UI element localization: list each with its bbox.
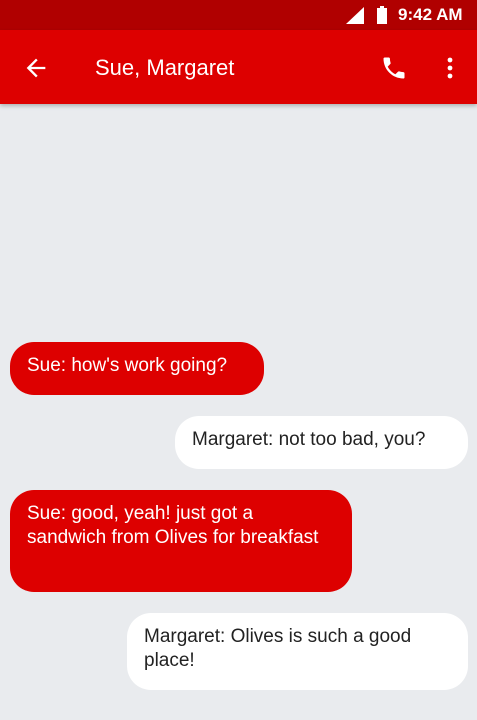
message-bubble-outgoing[interactable]: Margaret: not too bad, you?	[175, 416, 468, 469]
status-time: 9:42 AM	[398, 5, 463, 24]
status-bar: 9:42 AM	[0, 0, 477, 30]
message-bubble-outgoing[interactable]: Margaret: Olives is such a good place!	[127, 613, 468, 690]
message-bubble-incoming[interactable]: Sue: good, yeah! just got a sandwich fro…	[10, 490, 352, 592]
conversation-title: Sue, Margaret	[95, 55, 235, 80]
phone-icon[interactable]	[380, 54, 408, 82]
more-vert-icon[interactable]	[438, 54, 462, 82]
battery-icon	[377, 6, 387, 24]
message-bubble-incoming[interactable]: Sue: how's work going?	[10, 342, 264, 395]
back-arrow-icon[interactable]	[22, 54, 50, 82]
message-thread[interactable]: Sue: how's work going? Margaret: not too…	[0, 104, 477, 720]
app-bar: Sue, Margaret	[0, 30, 477, 104]
signal-icon	[346, 7, 364, 24]
